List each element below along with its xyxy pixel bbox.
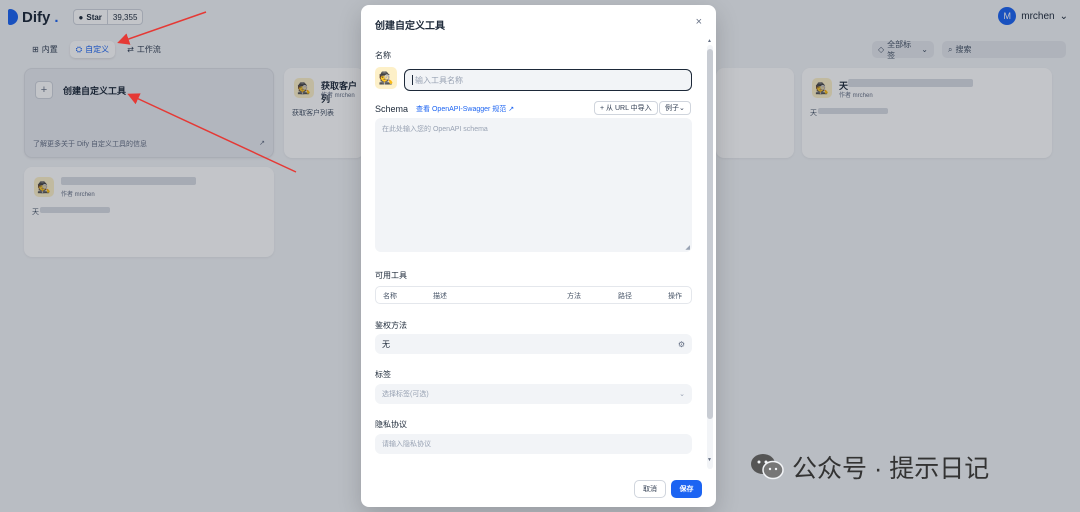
resize-handle-icon[interactable]: ◢ xyxy=(685,244,690,251)
gear-icon[interactable]: ⚙ xyxy=(678,340,685,349)
close-icon[interactable]: × xyxy=(696,16,702,28)
modal-title: 创建自定义工具 xyxy=(375,21,445,32)
examples-dropdown[interactable]: 例子 ⌄ xyxy=(659,101,691,115)
privacy-policy-label: 隐私协议 xyxy=(375,420,407,429)
auth-method-field[interactable]: 无 ⚙ xyxy=(375,334,692,354)
schema-textarea[interactable]: 在此处输入您的 OpenAPI schema ◢ xyxy=(375,118,692,252)
scroll-down-icon[interactable]: ▼ xyxy=(707,457,712,463)
modal-footer: 取消 保存 xyxy=(361,471,716,507)
column-header: 操作 xyxy=(668,293,682,300)
schema-header: Schema 查看 OpenAPI-Swagger 规范 ↗ + 从 URL 中… xyxy=(375,101,692,117)
create-tool-modal: 创建自定义工具 × 名称 🕵 输入工具名称 Schema 查看 OpenAPI-… xyxy=(361,5,716,507)
watermark: 公众号 · 提示日记 xyxy=(750,449,989,485)
tool-avatar-picker[interactable]: 🕵 xyxy=(375,67,397,89)
tools-table-header: 名称 描述 方法 路径 操作 xyxy=(375,286,692,304)
privacy-policy-input[interactable]: 请输入隐私协议 xyxy=(375,434,692,454)
schema-label: Schema xyxy=(375,104,409,114)
column-header: 方法 xyxy=(567,293,581,300)
annotation-arrow xyxy=(127,93,297,173)
column-header: 路径 xyxy=(618,293,632,300)
tags-label: 标签 xyxy=(375,370,391,379)
import-from-url-button[interactable]: + 从 URL 中导入 xyxy=(594,101,658,115)
annotation-arrow xyxy=(117,11,207,45)
text-caret xyxy=(412,75,413,85)
scroll-up-icon[interactable]: ▲ xyxy=(707,38,712,44)
save-button[interactable]: 保存 xyxy=(671,480,702,498)
tags-select[interactable]: 选择标签(可选) ⌄ xyxy=(375,384,692,404)
tool-name-input[interactable]: 输入工具名称 xyxy=(404,69,692,91)
auth-method-label: 鉴权方法 xyxy=(375,321,407,330)
wechat-icon xyxy=(751,454,784,480)
column-header: 描述 xyxy=(433,293,447,300)
chevron-down-icon: ⌄ xyxy=(679,391,685,398)
chevron-down-icon: ⌄ xyxy=(679,105,685,112)
cancel-button[interactable]: 取消 xyxy=(634,480,666,498)
name-label: 名称 xyxy=(375,51,391,60)
available-tools-label: 可用工具 xyxy=(375,271,407,280)
column-header: 名称 xyxy=(383,293,397,300)
external-link-icon: ↗ xyxy=(508,106,515,113)
watermark-text: 公众号 · 提示日记 xyxy=(792,455,990,483)
swagger-spec-link[interactable]: 查看 OpenAPI-Swagger 规范 ↗ xyxy=(416,104,514,114)
scrollbar-thumb[interactable] xyxy=(707,49,713,419)
